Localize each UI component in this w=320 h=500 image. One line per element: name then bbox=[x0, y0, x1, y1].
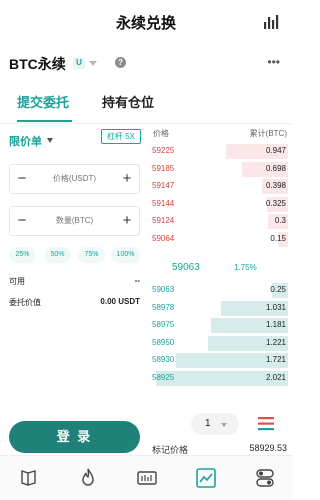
nav-book-icon[interactable] bbox=[17, 466, 41, 490]
ask-row[interactable]: 59225 0.947 bbox=[152, 144, 288, 159]
depth-select[interactable]: 1 bbox=[191, 413, 239, 435]
bid-row[interactable]: 58978 1.031 bbox=[152, 300, 288, 316]
bottom-nav bbox=[0, 455, 292, 500]
order-tabs: 提交委托 持有仓位 bbox=[0, 84, 292, 124]
depth-chevron-down-icon bbox=[221, 423, 227, 427]
bid-row[interactable]: 59063 0.25 bbox=[152, 283, 288, 298]
ask-row[interactable]: 59064 0.15 bbox=[152, 232, 288, 247]
quantity-decrease-button[interactable]: − bbox=[10, 207, 34, 235]
nav-fire-icon[interactable] bbox=[76, 466, 100, 490]
price-increase-button[interactable]: + bbox=[115, 165, 139, 193]
symbol-bar: BTC永续 U ? ••• bbox=[0, 48, 292, 78]
tab-submit-order[interactable]: 提交委托 bbox=[17, 92, 69, 111]
bid-cumulative: 0.25 bbox=[270, 285, 286, 294]
order-value-label: 委托价值 bbox=[9, 298, 41, 307]
bid-row[interactable]: 58950 1.221 bbox=[152, 335, 288, 351]
bid-cumulative: 1.181 bbox=[265, 320, 286, 330]
nav-toggle-icon[interactable] bbox=[253, 466, 277, 490]
depth-value: 1 bbox=[205, 418, 211, 429]
order-type-chevron-down-icon[interactable] bbox=[47, 138, 53, 143]
percent-50-button[interactable]: 50% bbox=[44, 247, 71, 263]
bid-row[interactable]: 58975 1.181 bbox=[152, 318, 288, 334]
header: 永续兑换 bbox=[0, 0, 292, 44]
symbol-chevron-down-icon[interactable] bbox=[89, 61, 97, 66]
ask-row[interactable]: 59147 0.398 bbox=[152, 179, 288, 195]
ask-price: 59124 bbox=[152, 216, 175, 226]
login-button[interactable]: 登 录 bbox=[9, 421, 140, 453]
ask-cumulative: 0.698 bbox=[265, 163, 286, 173]
quantity-stepper: − + bbox=[9, 206, 140, 236]
ask-price: 59185 bbox=[152, 163, 175, 173]
available-value: -- bbox=[134, 276, 140, 285]
bid-price: 58975 bbox=[152, 320, 175, 330]
mark-price-value: 58929.53 bbox=[249, 443, 287, 453]
bid-price: 58925 bbox=[152, 373, 175, 382]
bid-row[interactable]: 58930 1.721 bbox=[152, 353, 288, 369]
bid-row[interactable]: 58925 2.021 bbox=[152, 371, 288, 386]
more-icon[interactable]: ••• bbox=[267, 56, 280, 68]
symbol-selector[interactable]: BTC永续 bbox=[9, 54, 66, 74]
bid-price: 58950 bbox=[152, 337, 175, 347]
available-label: 可用 bbox=[9, 277, 25, 286]
ask-price: 59147 bbox=[152, 181, 175, 191]
bid-cumulative: 1.721 bbox=[265, 355, 286, 365]
nav-ticker-icon[interactable] bbox=[135, 466, 159, 490]
bid-price: 58978 bbox=[152, 302, 175, 312]
last-price[interactable]: 59063 bbox=[172, 262, 200, 273]
order-type-select[interactable]: 限价单 bbox=[9, 133, 42, 149]
ask-price: 59064 bbox=[152, 234, 175, 243]
bid-cumulative: 1.031 bbox=[265, 302, 286, 312]
orderbook-layout-icon[interactable] bbox=[255, 414, 277, 434]
percent-100-button[interactable]: 100% bbox=[111, 247, 140, 263]
leverage-button[interactable]: 杠杆 5X bbox=[101, 129, 141, 144]
orderbook-price-header: 价格 bbox=[153, 129, 169, 138]
ask-price: 59144 bbox=[152, 198, 175, 208]
ask-cumulative: 0.398 bbox=[265, 181, 286, 191]
bid-cumulative: 2.021 bbox=[265, 373, 286, 382]
page-title: 永续兑换 bbox=[115, 14, 176, 32]
quantity-increase-button[interactable]: + bbox=[115, 207, 139, 235]
order-value: 0.00 USDT bbox=[100, 297, 140, 306]
ask-cumulative: 0.3 bbox=[274, 216, 286, 226]
info-icon[interactable]: ? bbox=[115, 57, 126, 68]
price-decrease-button[interactable]: − bbox=[10, 165, 34, 193]
bid-price: 59063 bbox=[152, 285, 175, 294]
ask-cumulative: 0.947 bbox=[265, 146, 286, 155]
bid-price: 58930 bbox=[152, 355, 175, 365]
percent-75-button[interactable]: 75% bbox=[78, 247, 105, 263]
bid-cumulative: 1.221 bbox=[265, 337, 286, 347]
ask-cumulative: 0.325 bbox=[265, 198, 286, 208]
price-input[interactable] bbox=[34, 165, 115, 193]
nav-trade-chart-icon[interactable] bbox=[194, 466, 218, 490]
ask-price: 59225 bbox=[152, 146, 175, 155]
percent-25-button[interactable]: 25% bbox=[9, 247, 36, 263]
margin-badge: U bbox=[73, 57, 85, 69]
ask-row[interactable]: 59124 0.3 bbox=[152, 214, 288, 230]
price-stepper: − + bbox=[9, 164, 140, 194]
active-tab-indicator bbox=[17, 120, 72, 122]
ask-row[interactable]: 59185 0.698 bbox=[152, 161, 288, 177]
quantity-input[interactable] bbox=[34, 207, 115, 235]
tab-positions[interactable]: 持有仓位 bbox=[102, 92, 154, 111]
ask-row[interactable]: 59144 0.325 bbox=[152, 196, 288, 212]
orderbook-cumulative-header: 累计(BTC) bbox=[249, 129, 287, 138]
ask-cumulative: 0.15 bbox=[270, 234, 286, 243]
bar-chart-icon[interactable] bbox=[262, 13, 280, 31]
price-change: 1.75% bbox=[234, 263, 257, 272]
